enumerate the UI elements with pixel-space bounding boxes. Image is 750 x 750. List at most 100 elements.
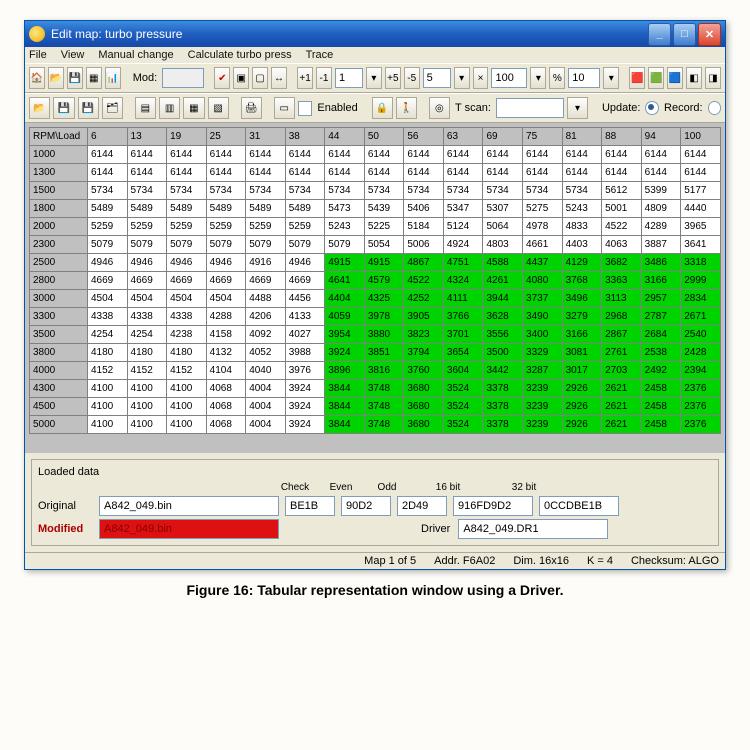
- cell[interactable]: 3924: [285, 416, 325, 434]
- record-radio[interactable]: [708, 101, 722, 115]
- cell[interactable]: 5347: [443, 200, 483, 218]
- cell[interactable]: 4338: [167, 308, 207, 326]
- check-red-icon[interactable]: ✔: [214, 67, 230, 89]
- cell[interactable]: 4180: [88, 344, 128, 362]
- cell[interactable]: 3844: [325, 398, 365, 416]
- original-input[interactable]: [99, 496, 279, 516]
- cell[interactable]: 2376: [681, 380, 721, 398]
- cell[interactable]: 5259: [127, 218, 167, 236]
- cell[interactable]: 4916: [246, 254, 286, 272]
- cell[interactable]: 3166: [641, 272, 681, 290]
- cell[interactable]: 4338: [127, 308, 167, 326]
- cell[interactable]: 6144: [523, 146, 563, 164]
- cell[interactable]: 4158: [206, 326, 246, 344]
- col-header[interactable]: 6: [88, 128, 128, 146]
- minus-icon[interactable]: -1: [316, 67, 332, 89]
- cell[interactable]: 3113: [602, 290, 642, 308]
- cell[interactable]: 2926: [562, 398, 602, 416]
- cell[interactable]: 4063: [602, 236, 642, 254]
- cell[interactable]: 4915: [325, 254, 365, 272]
- cell[interactable]: 2428: [681, 344, 721, 362]
- spin3-icon[interactable]: ▾: [530, 67, 546, 89]
- t3-icon[interactable]: ▦: [183, 97, 204, 119]
- cell[interactable]: 2926: [562, 416, 602, 434]
- target-icon[interactable]: ◎: [429, 97, 450, 119]
- cell[interactable]: 5079: [206, 236, 246, 254]
- cell[interactable]: 2492: [641, 362, 681, 380]
- cell[interactable]: 4040: [246, 362, 286, 380]
- cell[interactable]: 6144: [88, 146, 128, 164]
- cell[interactable]: 5001: [602, 200, 642, 218]
- cell[interactable]: 4924: [443, 236, 483, 254]
- a-icon[interactable]: 🟥: [629, 67, 645, 89]
- cell[interactable]: 4338: [88, 308, 128, 326]
- cell[interactable]: 4092: [246, 326, 286, 344]
- cell[interactable]: 6144: [285, 164, 325, 182]
- cell[interactable]: 5259: [88, 218, 128, 236]
- cell[interactable]: 6144: [602, 146, 642, 164]
- pct-icon[interactable]: %: [549, 67, 565, 89]
- cell[interactable]: 4100: [127, 398, 167, 416]
- cell[interactable]: 4403: [562, 236, 602, 254]
- cell[interactable]: 5006: [404, 236, 444, 254]
- cell[interactable]: 4669: [246, 272, 286, 290]
- cell[interactable]: 4751: [443, 254, 483, 272]
- cell[interactable]: 3844: [325, 416, 365, 434]
- cell[interactable]: 5734: [127, 182, 167, 200]
- box2-icon[interactable]: ▢: [252, 67, 268, 89]
- cell[interactable]: 4867: [404, 254, 444, 272]
- spin2-icon[interactable]: ▾: [454, 67, 470, 89]
- print-icon[interactable]: 🖨: [241, 97, 262, 119]
- cell[interactable]: 4238: [167, 326, 207, 344]
- cell[interactable]: 3318: [681, 254, 721, 272]
- cell[interactable]: 4669: [127, 272, 167, 290]
- cell[interactable]: 4100: [88, 398, 128, 416]
- cell[interactable]: 3486: [641, 254, 681, 272]
- cell[interactable]: 4440: [681, 200, 721, 218]
- cell[interactable]: 4261: [483, 272, 523, 290]
- cell[interactable]: 5184: [404, 218, 444, 236]
- modified-input[interactable]: [99, 519, 279, 539]
- cell[interactable]: 4004: [246, 380, 286, 398]
- cell[interactable]: 4325: [364, 290, 404, 308]
- cell[interactable]: 5473: [325, 200, 365, 218]
- cell[interactable]: 2458: [641, 398, 681, 416]
- cell[interactable]: 3442: [483, 362, 523, 380]
- cell[interactable]: 4437: [523, 254, 563, 272]
- cell[interactable]: 2621: [602, 398, 642, 416]
- cell[interactable]: 3766: [443, 308, 483, 326]
- cell[interactable]: 4133: [285, 308, 325, 326]
- cell[interactable]: 5079: [285, 236, 325, 254]
- cell[interactable]: 2621: [602, 380, 642, 398]
- cell[interactable]: 2926: [562, 380, 602, 398]
- row-header[interactable]: 2800: [30, 272, 88, 290]
- cell[interactable]: 3760: [404, 362, 444, 380]
- cell[interactable]: 2458: [641, 416, 681, 434]
- cell[interactable]: 3287: [523, 362, 563, 380]
- cell[interactable]: 4588: [483, 254, 523, 272]
- cell[interactable]: 3944: [483, 290, 523, 308]
- mult-icon[interactable]: ×: [473, 67, 489, 89]
- cell[interactable]: 3378: [483, 416, 523, 434]
- cell[interactable]: 4100: [167, 398, 207, 416]
- save-icon[interactable]: 💾: [67, 67, 83, 89]
- cell[interactable]: 4068: [206, 380, 246, 398]
- col-header[interactable]: 13: [127, 128, 167, 146]
- cell[interactable]: 6144: [246, 146, 286, 164]
- cell[interactable]: 4100: [167, 380, 207, 398]
- cell[interactable]: 5734: [562, 182, 602, 200]
- cell[interactable]: 5734: [523, 182, 563, 200]
- cell[interactable]: 4132: [206, 344, 246, 362]
- col-header[interactable]: 44: [325, 128, 365, 146]
- cell[interactable]: 2761: [602, 344, 642, 362]
- cell[interactable]: 5439: [364, 200, 404, 218]
- cell[interactable]: 3844: [325, 380, 365, 398]
- cell[interactable]: 4059: [325, 308, 365, 326]
- cell[interactable]: 3768: [562, 272, 602, 290]
- row-header[interactable]: 3500: [30, 326, 88, 344]
- person-icon[interactable]: 🚶: [396, 97, 417, 119]
- c-icon[interactable]: 🟦: [667, 67, 683, 89]
- menu-view[interactable]: View: [61, 49, 85, 61]
- cell[interactable]: 4504: [127, 290, 167, 308]
- cell[interactable]: 4522: [404, 272, 444, 290]
